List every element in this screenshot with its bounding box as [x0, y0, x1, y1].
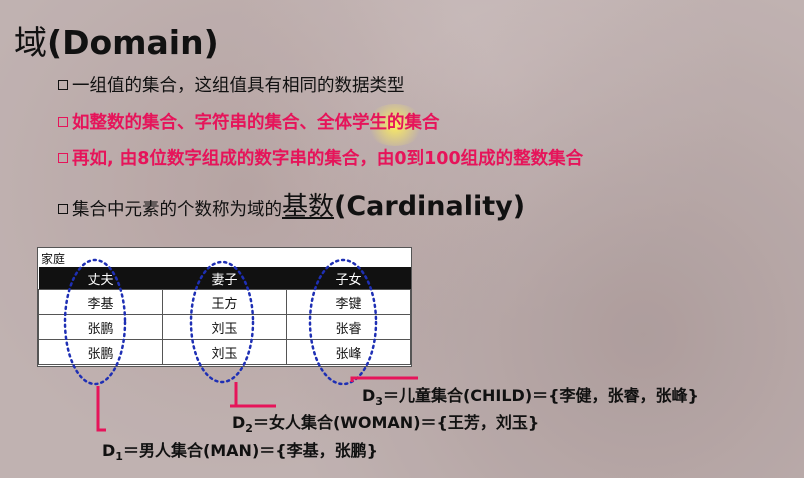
annotation-d2: D2＝女人集合(WOMAN)＝{王芳，刘玉}: [232, 413, 540, 436]
husband-domain-ellipse: [63, 258, 127, 386]
d2-connector: [230, 382, 276, 408]
children-domain-ellipse: [308, 258, 378, 386]
wife-domain-ellipse: [189, 260, 255, 384]
d1-connector: [96, 386, 106, 432]
annotation-d1: D1＝男人集合(MAN)＝{李基，张鹏}: [102, 441, 379, 464]
annotation-d3: D3＝儿童集合(CHILD)＝{李健，张睿，张峰}: [362, 386, 699, 409]
